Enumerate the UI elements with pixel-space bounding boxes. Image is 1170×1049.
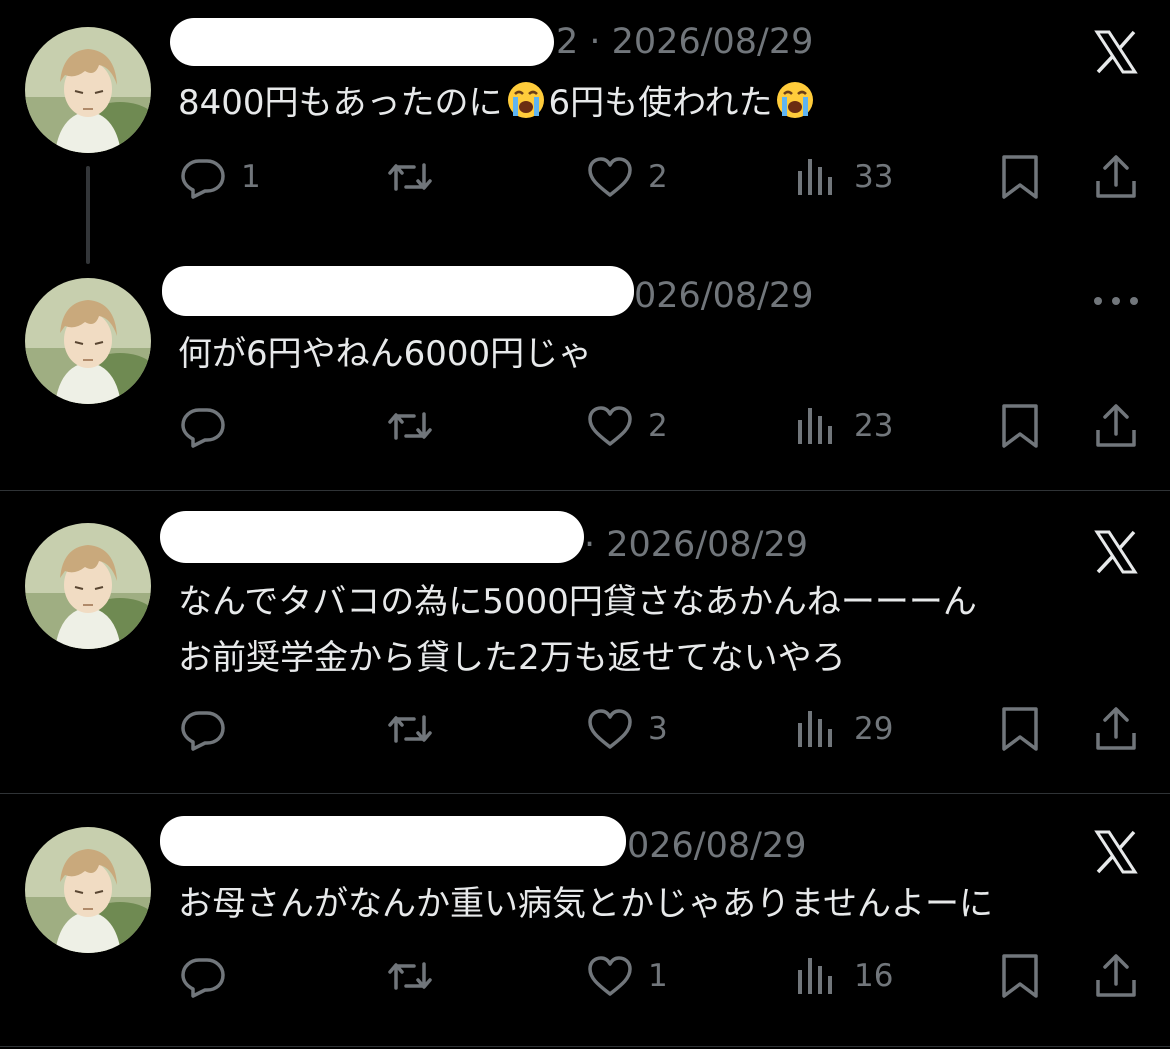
like-button[interactable]: 3	[586, 699, 668, 759]
bookmark-icon	[996, 153, 1044, 201]
reply-button[interactable]	[179, 396, 227, 456]
views-button[interactable]: 33	[792, 147, 893, 207]
post-2[interactable]: 026/08/29 何が6円やねん6000円じゃ 2 23	[0, 260, 1170, 490]
post-header: · 2026/08/29	[160, 505, 872, 565]
share-button[interactable]	[1092, 396, 1140, 456]
like-count: 2	[648, 408, 668, 444]
bookmark-button[interactable]	[996, 946, 1044, 1006]
views-icon	[792, 952, 840, 1000]
post-header: 026/08/29	[162, 266, 872, 316]
post-text-line: なんでタバコの為に5000円貸さなあかんねーーーん	[178, 582, 977, 622]
heart-icon	[586, 402, 634, 450]
action-bar: 1 16	[0, 946, 1170, 1006]
repost-icon	[386, 153, 434, 201]
redacted-username	[170, 18, 554, 66]
reply-icon	[179, 705, 227, 753]
views-icon	[792, 402, 840, 450]
views-button[interactable]: 29	[792, 699, 893, 759]
bookmark-button[interactable]	[996, 147, 1044, 207]
like-count: 3	[648, 711, 668, 747]
thread-connector	[86, 166, 90, 264]
share-icon	[1092, 952, 1140, 1000]
reply-button[interactable]	[179, 946, 227, 1006]
reply-icon	[179, 402, 227, 450]
post-meta: 026/08/29	[627, 826, 807, 866]
post-text-part: 6円も使われた	[548, 83, 773, 123]
reply-button[interactable]: 1	[179, 147, 261, 207]
reply-icon	[179, 952, 227, 1000]
repost-button[interactable]	[386, 946, 434, 1006]
x-logo-icon[interactable]	[1092, 528, 1140, 576]
views-button[interactable]: 16	[792, 946, 893, 1006]
share-icon	[1092, 153, 1140, 201]
view-count: 33	[854, 159, 894, 195]
bookmark-icon	[996, 402, 1044, 450]
avatar[interactable]	[25, 278, 151, 404]
post-text-line: 何が6円やねん6000円じゃ	[178, 334, 593, 374]
loudly-crying-face-icon	[775, 80, 815, 120]
post-meta: 026/08/29	[634, 276, 814, 316]
views-icon	[792, 153, 840, 201]
repost-button[interactable]	[386, 699, 434, 759]
repost-button[interactable]	[386, 396, 434, 456]
bookmark-icon	[996, 705, 1044, 753]
like-button[interactable]: 2	[586, 147, 668, 207]
post-divider	[0, 1046, 1170, 1047]
share-button[interactable]	[1092, 147, 1140, 207]
post-header: 2 · 2026/08/29	[170, 18, 872, 68]
reply-button[interactable]	[179, 699, 227, 759]
post-text: なんでタバコの為に5000円貸さなあかんねーーーん お前奨学金から貸した2万も返…	[178, 574, 977, 686]
post-text: 8400円もあったのに 6円も使われた	[178, 75, 818, 131]
bookmark-icon	[996, 952, 1044, 1000]
repost-icon	[386, 952, 434, 1000]
avatar[interactable]	[25, 827, 151, 953]
post-meta: 2 · 2026/08/29	[556, 22, 814, 62]
view-count: 23	[854, 408, 894, 444]
post-text-line: お母さんがなんか重い病気とかじゃありませんよーに	[178, 884, 993, 924]
heart-icon	[586, 705, 634, 753]
post-text-line: お前奨学金から貸した2万も返せてないやろ	[178, 638, 846, 678]
post-text-part: 8400円もあったのに	[178, 83, 503, 123]
post-header: 026/08/29	[160, 816, 872, 866]
action-bar: 1 2 33	[0, 147, 1170, 207]
view-count: 16	[854, 958, 894, 994]
bookmark-button[interactable]	[996, 396, 1044, 456]
share-icon	[1092, 705, 1140, 753]
heart-icon	[586, 153, 634, 201]
post-3[interactable]: · 2026/08/29 なんでタバコの為に5000円貸さなあかんねーーーん お…	[0, 491, 1170, 793]
views-icon	[792, 705, 840, 753]
like-button[interactable]: 2	[586, 396, 668, 456]
like-count: 1	[648, 958, 668, 994]
bookmark-button[interactable]	[996, 699, 1044, 759]
avatar[interactable]	[25, 523, 151, 649]
post-text: 何が6円やねん6000円じゃ	[178, 326, 592, 382]
redacted-username	[160, 511, 584, 563]
like-button[interactable]: 1	[586, 946, 668, 1006]
post-meta: · 2026/08/29	[584, 525, 808, 565]
repost-icon	[386, 402, 434, 450]
action-bar: 3 29	[0, 699, 1170, 759]
reply-icon	[179, 153, 227, 201]
heart-icon	[586, 952, 634, 1000]
loudly-crying-face-icon	[506, 80, 546, 120]
view-count: 29	[854, 711, 894, 747]
redacted-username	[160, 816, 626, 866]
share-icon	[1092, 402, 1140, 450]
post-text: お母さんがなんか重い病気とかじゃありませんよーに	[178, 876, 993, 932]
x-logo-icon[interactable]	[1092, 828, 1140, 876]
avatar[interactable]	[25, 27, 151, 153]
repost-button[interactable]	[386, 147, 434, 207]
repost-icon	[386, 705, 434, 753]
reply-count: 1	[241, 159, 261, 195]
share-button[interactable]	[1092, 699, 1140, 759]
share-button[interactable]	[1092, 946, 1140, 1006]
views-button[interactable]: 23	[792, 396, 893, 456]
more-icon[interactable]	[1092, 292, 1140, 304]
like-count: 2	[648, 159, 668, 195]
action-bar: 2 23	[0, 396, 1170, 456]
x-logo-icon[interactable]	[1092, 28, 1140, 76]
redacted-username	[162, 266, 634, 316]
post-4[interactable]: 026/08/29 お母さんがなんか重い病気とかじゃありませんよーに 1 16	[0, 794, 1170, 1049]
post-1[interactable]: 2 · 2026/08/29 8400円もあったのに 6円も使われた 1 2 33	[0, 0, 1170, 260]
